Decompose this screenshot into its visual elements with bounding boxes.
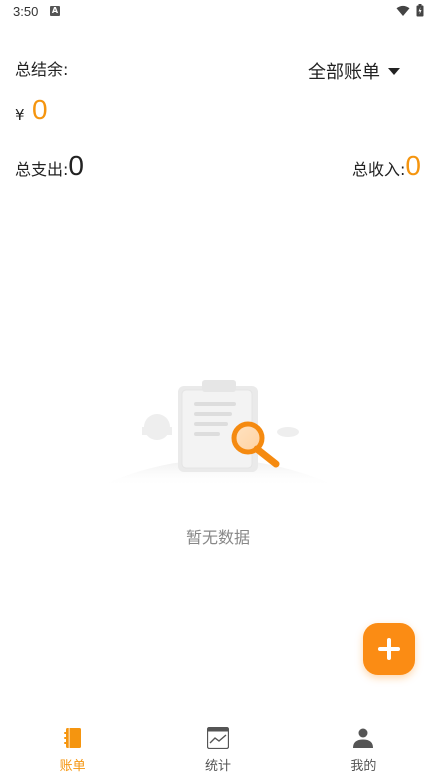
total-expense: 总支出: 0 xyxy=(15,150,84,182)
total-income: 总收入: 0 xyxy=(352,150,421,182)
bill-filter-label: 全部账单 xyxy=(308,62,380,83)
add-bill-button[interactable] xyxy=(363,623,415,675)
nav-item-profile[interactable]: 我的 xyxy=(291,718,436,776)
wifi-icon xyxy=(396,5,410,16)
currency-symbol: ¥ xyxy=(15,106,25,124)
income-value: 0 xyxy=(405,150,421,181)
bottom-nav: 账单 统计 我的 xyxy=(0,718,436,776)
balance-value: 0 xyxy=(32,94,48,125)
nav-item-stats[interactable]: 统计 xyxy=(145,718,290,776)
balance-label: 总结余: xyxy=(15,60,69,79)
empty-search-illustration xyxy=(98,380,338,487)
bill-filter-dropdown[interactable]: 全部账单 xyxy=(308,58,400,84)
person-icon xyxy=(353,728,374,748)
status-icons xyxy=(396,4,424,17)
nav-label-profile: 我的 xyxy=(350,759,377,774)
plus-icon-stroke xyxy=(387,638,391,660)
chart-icon xyxy=(206,727,229,749)
nav-label-bills: 账单 xyxy=(59,759,86,774)
status-bar: 3:50 A xyxy=(0,0,436,24)
income-label: 总收入: xyxy=(352,160,406,179)
notification-icon: A xyxy=(50,6,60,16)
empty-state-message: 暂无数据 xyxy=(185,528,250,547)
caret-down-icon xyxy=(388,68,400,75)
status-time: 3:50 xyxy=(13,4,39,19)
ledger-icon xyxy=(63,728,81,748)
nav-label-stats: 统计 xyxy=(204,759,231,774)
expense-label: 总支出: xyxy=(15,160,69,179)
battery-icon xyxy=(416,4,424,17)
nav-item-bills[interactable]: 账单 xyxy=(0,718,145,776)
expense-value: 0 xyxy=(68,150,84,181)
